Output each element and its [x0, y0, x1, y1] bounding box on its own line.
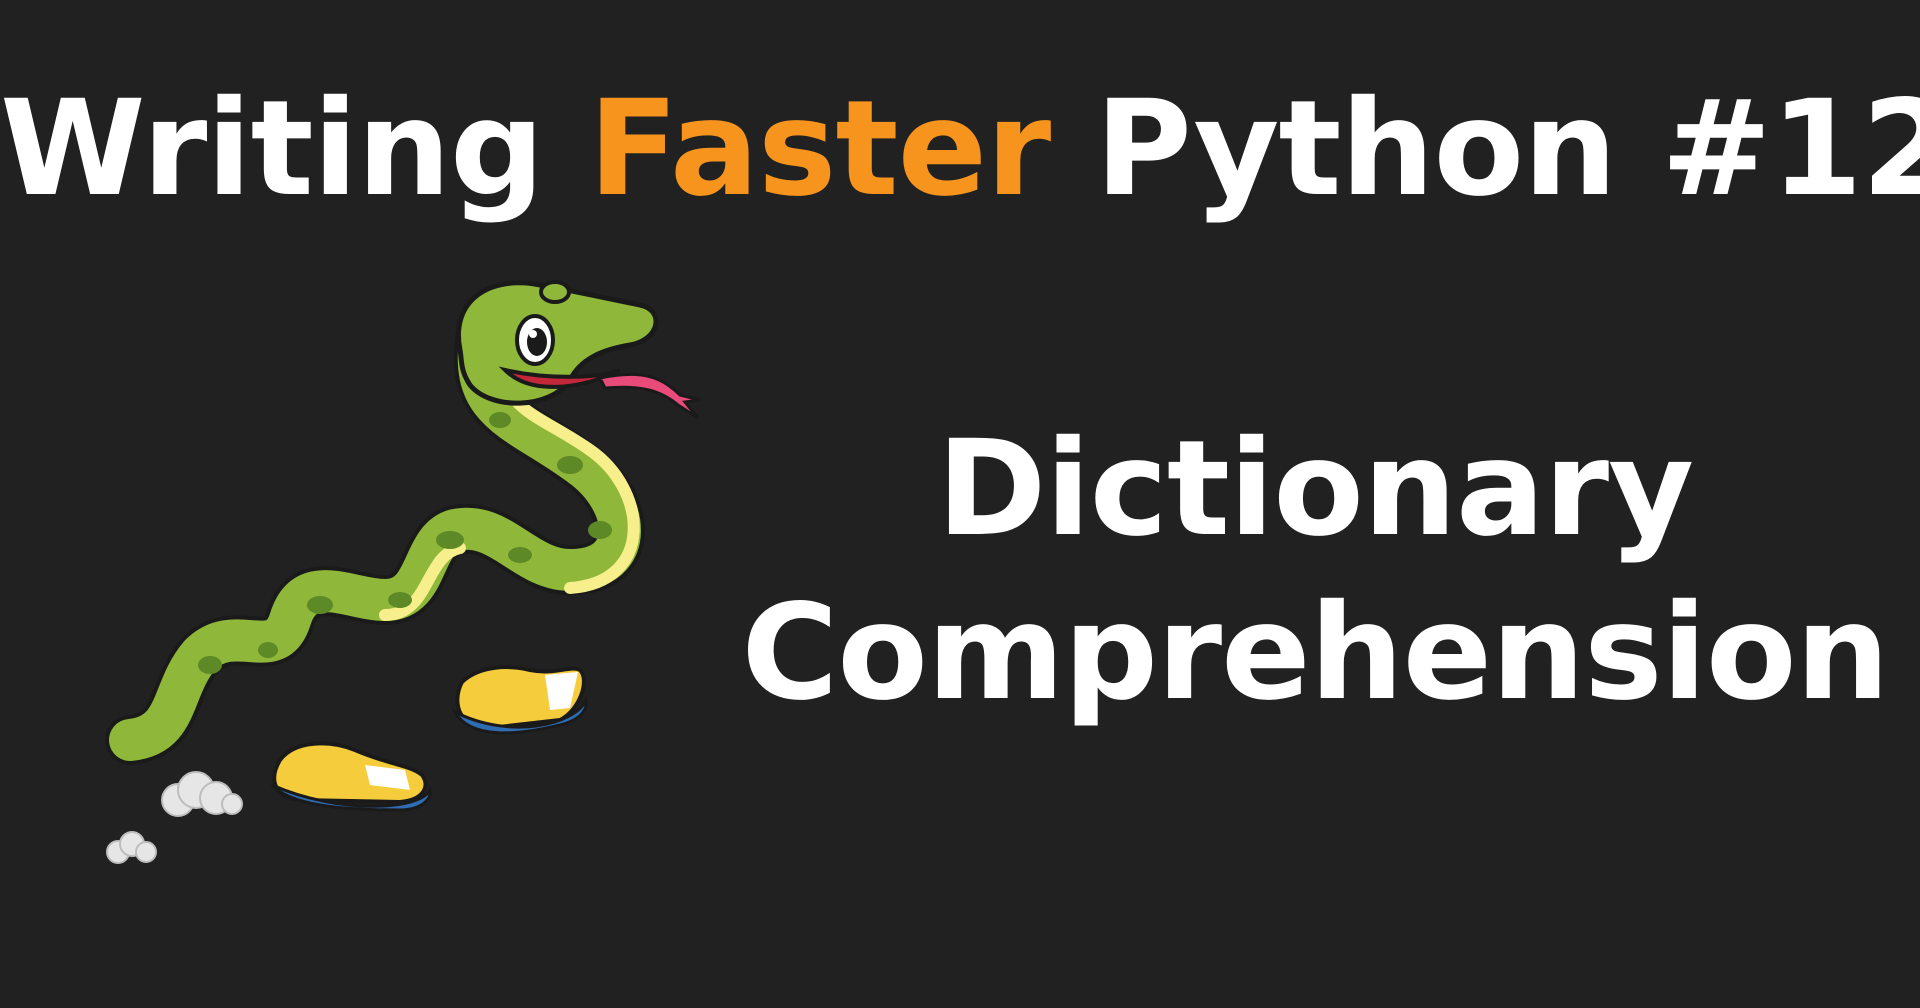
topic-line1: Dictionary [936, 412, 1694, 566]
title-part1: Writing [0, 72, 544, 226]
topic-title: Dictionary Comprehension [720, 408, 1910, 735]
title-accent: Faster [588, 72, 1051, 226]
snake-tongue [597, 372, 701, 420]
sneaker-icon [451, 665, 588, 735]
topic-line2: Comprehension [741, 575, 1889, 730]
title-part2: Python #12 [1095, 72, 1920, 226]
snake-eye [515, 314, 555, 366]
page-title: Writing Faster Python #12 [0, 70, 1920, 228]
sneaker-icon [270, 741, 432, 812]
running-snake-mascot-icon [105, 280, 701, 864]
dust-cloud-icon [106, 771, 243, 864]
